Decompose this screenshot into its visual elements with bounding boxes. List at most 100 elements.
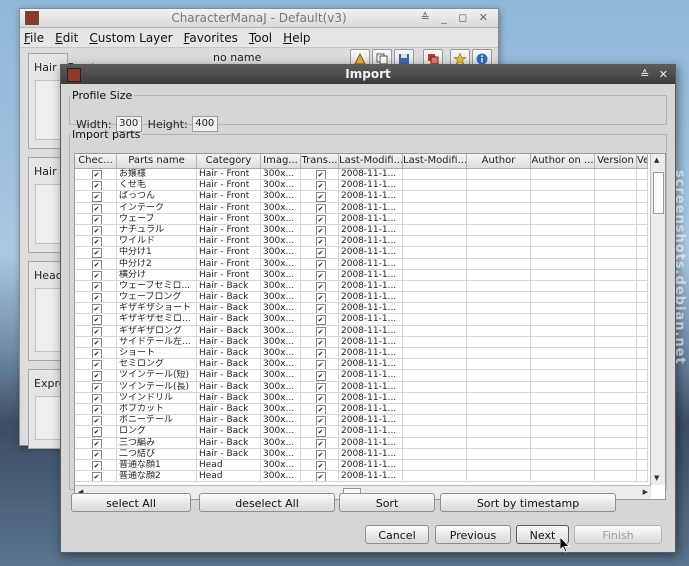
scroll-down-icon[interactable]: ▼ bbox=[654, 474, 659, 482]
column-header[interactable]: Last-Modifi... bbox=[403, 154, 467, 168]
table-row[interactable]: ✔ ギザギザセミロ... Hair - Back 300x... ✔ 2008-11-1.… bbox=[75, 314, 648, 326]
table-row[interactable]: ✔ ウェーブロング Hair - Back 300x... ✔ 2008-11-1... bbox=[75, 292, 648, 304]
table-row[interactable]: ✔ ツインドリル Hair - Back 300x... ✔ 2008-11-1... bbox=[75, 392, 648, 404]
menu-custom-layer[interactable]: Custom Layer bbox=[89, 31, 172, 45]
main-title-bar[interactable]: CharacterManaJ - Default(v3) ≙ _ ◻ ✕ bbox=[20, 9, 498, 28]
vertical-scroll-thumb[interactable] bbox=[653, 172, 664, 214]
import-checkbox[interactable]: ✔ bbox=[91, 393, 102, 403]
table-row[interactable]: ✔ ワイルド Hair - Front 300x... ✔ 2008-11-1... bbox=[75, 236, 648, 248]
import-checkbox[interactable]: ✔ bbox=[91, 259, 102, 269]
table-row[interactable]: ✔ インテーク Hair - Front 300x... ✔ 2008-11-1... bbox=[75, 202, 648, 214]
parts-name-cell: ギザギザセミロ... bbox=[117, 314, 197, 325]
image-size-cell: 300x... bbox=[261, 202, 301, 213]
column-header[interactable]: Category bbox=[197, 154, 261, 168]
import-checkbox[interactable]: ✔ bbox=[91, 460, 102, 471]
menu-file[interactable]: File bbox=[24, 31, 44, 45]
import-checkbox[interactable]: ✔ bbox=[91, 360, 102, 370]
column-header[interactable]: Author on ... bbox=[531, 154, 595, 168]
column-header[interactable]: Last-Modifi... bbox=[339, 154, 403, 168]
table-row[interactable]: ✔ 普通な顔1 Head 300x... ✔ 2008-11-1... bbox=[75, 459, 648, 472]
import-checkbox[interactable]: ✔ bbox=[91, 315, 102, 325]
import-checkbox[interactable]: ✔ bbox=[91, 438, 102, 448]
dialog-title-bar[interactable]: Import ≙ ✕ bbox=[61, 65, 675, 84]
scroll-up-icon[interactable]: ▲ bbox=[654, 156, 659, 164]
import-checkbox-cell: ✔ bbox=[75, 370, 117, 381]
column-header[interactable]: Version bbox=[595, 154, 637, 168]
menu-help[interactable]: Help bbox=[283, 31, 310, 45]
table-row[interactable]: ✔ セミロング Hair - Back 300x... ✔ 2008-11-1... bbox=[75, 359, 648, 371]
category-cell: Hair - Back bbox=[197, 336, 261, 347]
table-row[interactable]: ✔ 普通な顔2 Head 300x... ✔ 2008-11-1... bbox=[75, 471, 648, 483]
table-row[interactable]: ✔ 横分け Hair - Front 300x... ✔ 2008-11-1... bbox=[75, 269, 648, 281]
column-header[interactable]: Imag... bbox=[261, 154, 301, 168]
window-controls[interactable]: ≙ _ ◻ ✕ bbox=[420, 9, 492, 27]
sort-by-timestamp-button[interactable]: Sort by timestamp bbox=[440, 493, 616, 512]
table-row[interactable]: ✔ ギザギザロング Hair - Back 300x... ✔ 2008-11-1... bbox=[75, 325, 648, 337]
table-row[interactable]: ✔ ショート Hair - Back 300x... ✔ 2008-11-1... bbox=[75, 348, 648, 360]
cancel-button[interactable]: Cancel bbox=[365, 525, 429, 544]
menu-favorites[interactable]: Favorites bbox=[184, 31, 238, 45]
column-header[interactable]: Author bbox=[467, 154, 531, 168]
side-panel-label: Hair bbox=[34, 165, 57, 178]
previous-button[interactable]: Previous bbox=[435, 525, 511, 544]
dialog-window-controls[interactable]: ≙ ✕ bbox=[640, 65, 671, 84]
table-row[interactable]: ✔ ナチュラル Hair - Front 300x... ✔ 2008-11-1... bbox=[75, 224, 648, 237]
import-checkbox[interactable]: ✔ bbox=[91, 203, 102, 213]
table-row[interactable]: ✔ お嬢様 Hair - Front 300x... ✔ 2008-11-1... bbox=[75, 169, 648, 181]
import-checkbox[interactable]: ✔ bbox=[91, 237, 102, 247]
table-row[interactable]: ✔ 中分け1 Hair - Front 300x... ✔ 2008-11-1... bbox=[75, 247, 648, 259]
table-row[interactable]: ✔ ウェーブセミロ... Hair - Back 300x... ✔ 2008-11-1.… bbox=[75, 280, 648, 293]
transparent-checkbox: ✔ bbox=[315, 270, 326, 280]
table-row[interactable]: ✔ 二つ結び Hair - Back 300x... ✔ 2008-11-1... bbox=[75, 448, 648, 460]
import-checkbox[interactable]: ✔ bbox=[91, 170, 102, 180]
import-checkbox[interactable]: ✔ bbox=[91, 293, 102, 303]
table-row[interactable]: ✔ くせ毛 Hair - Front 300x... ✔ 2008-11-1... bbox=[75, 180, 648, 192]
select-all-button[interactable]: select All bbox=[71, 493, 191, 512]
table-row[interactable]: ✔ ぱっつん Hair - Front 300x... ✔ 2008-11-1... bbox=[75, 191, 648, 203]
import-checkbox[interactable]: ✔ bbox=[91, 349, 102, 359]
last-modified-cell: 2008-11-1... bbox=[339, 370, 403, 381]
import-checkbox[interactable]: ✔ bbox=[91, 472, 102, 482]
image-size-cell: 300x... bbox=[261, 426, 301, 437]
import-checkbox[interactable]: ✔ bbox=[91, 427, 102, 437]
empty-cell bbox=[403, 403, 467, 415]
scroll-right-icon[interactable]: ▶ bbox=[643, 488, 648, 496]
import-checkbox[interactable]: ✔ bbox=[91, 326, 102, 336]
table-row[interactable]: ✔ サイドテール左... Hair - Back 300x... ✔ 2008-11-1.… bbox=[75, 336, 648, 348]
import-checkbox[interactable]: ✔ bbox=[91, 304, 102, 314]
table-row[interactable]: ✔ 三つ編み Hair - Back 300x... ✔ 2008-11-1... bbox=[75, 437, 648, 449]
import-checkbox[interactable]: ✔ bbox=[91, 270, 102, 280]
table-row[interactable]: ✔ ボブカット Hair - Back 300x... ✔ 2008-11-1... bbox=[75, 403, 648, 416]
table-row[interactable]: ✔ 中分け2 Hair - Front 300x... ✔ 2008-11-1... bbox=[75, 258, 648, 270]
table-row[interactable]: ✔ ギザギザショート Hair - Back 300x... ✔ 2008-11-1... bbox=[75, 303, 648, 315]
import-checkbox[interactable]: ✔ bbox=[91, 404, 102, 415]
import-checkbox[interactable]: ✔ bbox=[91, 416, 102, 426]
table-row[interactable]: ✔ ウェーブ Hair - Front 300x... ✔ 2008-11-1... bbox=[75, 213, 648, 225]
vertical-scrollbar[interactable]: ▲ ▼ bbox=[650, 154, 665, 485]
empty-cell bbox=[531, 403, 595, 415]
column-header[interactable]: Parts name bbox=[117, 154, 197, 168]
import-checkbox[interactable]: ✔ bbox=[91, 371, 102, 381]
finish-button[interactable]: Finish bbox=[574, 525, 662, 544]
table-row[interactable]: ✔ ツインテール(短) Hair - Back 300x... ✔ 2008-11-1..… bbox=[75, 370, 648, 382]
import-checkbox[interactable]: ✔ bbox=[91, 382, 102, 392]
table-row[interactable]: ✔ ロング Hair - Back 300x... ✔ 2008-11-1... bbox=[75, 426, 648, 438]
import-checkbox[interactable]: ✔ bbox=[91, 281, 102, 292]
empty-cell bbox=[595, 169, 637, 180]
import-checkbox[interactable]: ✔ bbox=[91, 192, 102, 202]
import-checkbox[interactable]: ✔ bbox=[91, 449, 102, 459]
table-row[interactable]: ✔ ツインテール(長) Hair - Back 300x... ✔ 2008-11-1..… bbox=[75, 381, 648, 393]
import-checkbox[interactable]: ✔ bbox=[91, 225, 102, 236]
import-checkbox[interactable]: ✔ bbox=[91, 337, 102, 347]
import-checkbox[interactable]: ✔ bbox=[91, 181, 102, 191]
menu-edit[interactable]: Edit bbox=[55, 31, 78, 45]
column-header[interactable]: Ve bbox=[637, 154, 648, 168]
deselect-all-button[interactable]: deselect All bbox=[199, 493, 335, 512]
column-header[interactable]: Trans... bbox=[301, 154, 339, 168]
import-checkbox[interactable]: ✔ bbox=[91, 248, 102, 258]
table-row[interactable]: ✔ ポニーテール Hair - Back 300x... ✔ 2008-11-1... bbox=[75, 415, 648, 427]
sort-button[interactable]: Sort bbox=[339, 493, 435, 512]
import-checkbox[interactable]: ✔ bbox=[91, 214, 102, 224]
menu-tool[interactable]: Tool bbox=[249, 31, 272, 45]
column-header[interactable]: Chec... bbox=[75, 154, 117, 168]
